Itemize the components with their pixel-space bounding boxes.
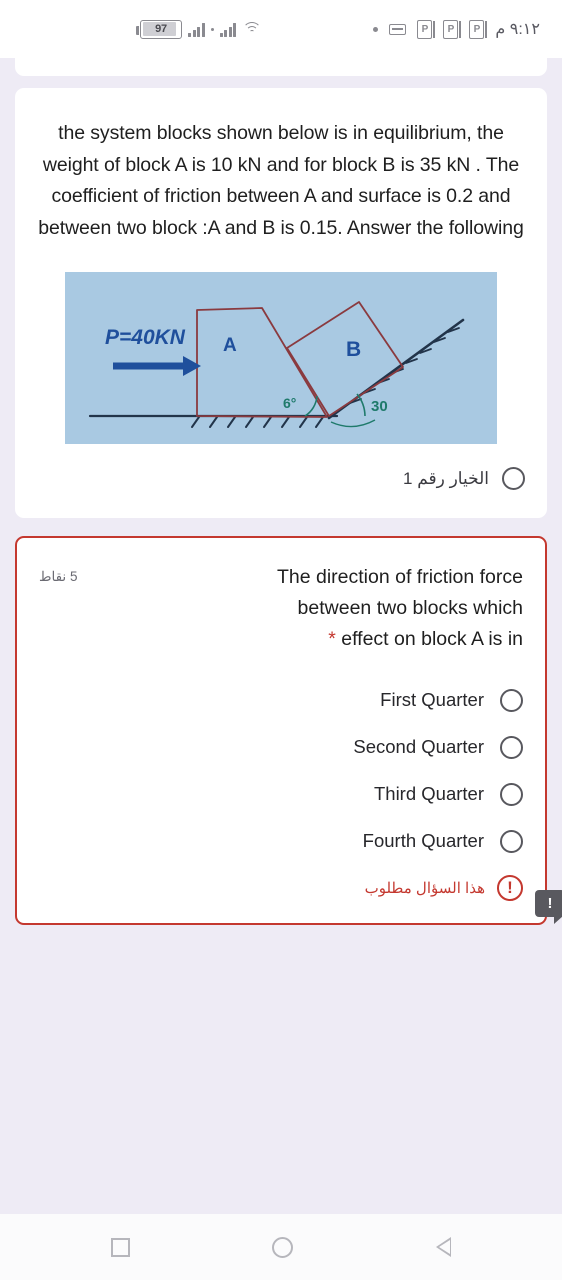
question-2-header: 5 نقاط The direction of friction force b… — [39, 562, 523, 654]
powerpoint-icon-2: P — [443, 19, 462, 39]
question-2-options-list: First Quarter Second Quarter Third Quart… — [39, 677, 523, 865]
question-2-title-line-1: The direction of friction force — [276, 566, 523, 589]
question-card-1: the system blocks shown below is in equi… — [15, 88, 547, 519]
option-third-quarter-label: Third Quarter — [373, 783, 484, 805]
angle-left-label: 6° — [283, 395, 296, 411]
status-bar-right-group: P P P ٩:١٢ م — [373, 19, 540, 39]
required-error-row: هذا السؤال مطلوب ! — [39, 874, 523, 905]
option-fourth-quarter-label: Fourth Quarter — [362, 830, 484, 852]
required-asterisk: * — [328, 627, 336, 650]
question-2-title-line-3: effect on block A is in — [341, 627, 523, 650]
notification-dot-icon — [373, 26, 379, 32]
block-a-label: A — [223, 335, 237, 356]
wifi-icon — [242, 21, 261, 37]
signal-bars-icon-2 — [219, 22, 236, 37]
option-first-quarter[interactable]: First Quarter — [39, 677, 523, 724]
question-2-title-line-2: between two blocks which — [297, 597, 523, 620]
angle-right-label: 30 — [371, 398, 388, 415]
signal-separator-dot-icon — [210, 27, 214, 31]
option-third-quarter[interactable]: Third Quarter — [39, 771, 523, 818]
back-triangle-icon[interactable] — [435, 1237, 451, 1257]
option-second-quarter[interactable]: Second Quarter — [39, 724, 523, 771]
recents-square-icon[interactable] — [111, 1237, 131, 1257]
option-first-quarter-radio[interactable] — [500, 688, 523, 712]
required-error-text: هذا السؤال مطلوب — [364, 879, 485, 897]
question-2-title-line-3-wrap: * effect on block A is in — [87, 624, 523, 655]
physics-diagram-image: P=40KN A B 6° 30 — [65, 272, 497, 445]
question-1-text: the system blocks shown below is in equi… — [38, 122, 524, 239]
powerpoint-icon-1: P — [417, 19, 436, 39]
physics-diagram-container: P=40KN A B 6° 30 — [37, 272, 525, 445]
force-label: P=40KN — [105, 326, 186, 349]
option-fourth-quarter-radio[interactable] — [500, 829, 523, 853]
question-2-title: The direction of friction force between … — [87, 562, 523, 654]
option-fourth-quarter[interactable]: Fourth Quarter — [39, 818, 523, 865]
status-bar-left-group: 97 — [136, 19, 261, 39]
status-bar: 97 P P P ٩:١٢ م — [0, 0, 562, 58]
question-1-option-label: الخيار رقم 1 — [403, 468, 489, 488]
option-second-quarter-radio[interactable] — [500, 735, 523, 759]
question-1-option-row[interactable]: الخيار رقم 1 — [37, 458, 525, 492]
home-circle-icon[interactable] — [272, 1236, 294, 1258]
battery-icon: 97 — [136, 19, 182, 39]
previous-question-card-edge — [15, 58, 547, 76]
form-scroll-area[interactable]: the system blocks shown below is in equi… — [0, 58, 562, 1214]
block-b-label: B — [346, 338, 361, 361]
phone-screen: 97 P P P ٩:١٢ م the system blocks shown … — [0, 0, 562, 1280]
option-first-quarter-label: First Quarter — [380, 689, 484, 711]
clock-label: ٩:١٢ م — [495, 21, 540, 38]
question-1-option-radio[interactable] — [502, 467, 525, 491]
error-tooltip-badge[interactable]: ! — [535, 889, 562, 924]
powerpoint-icon-3: P — [469, 19, 488, 39]
option-third-quarter-radio[interactable] — [500, 782, 523, 806]
card-icon — [389, 23, 407, 35]
battery-level-label: 97 — [155, 23, 167, 35]
exclamation-circle-icon: ! — [497, 874, 523, 901]
question-card-2: 5 نقاط The direction of friction force b… — [15, 536, 562, 925]
android-navigation-bar — [0, 1214, 562, 1280]
signal-bars-icon-1 — [188, 22, 205, 37]
option-second-quarter-label: Second Quarter — [353, 736, 484, 758]
question-2-points-label: 5 نقاط — [39, 569, 78, 585]
